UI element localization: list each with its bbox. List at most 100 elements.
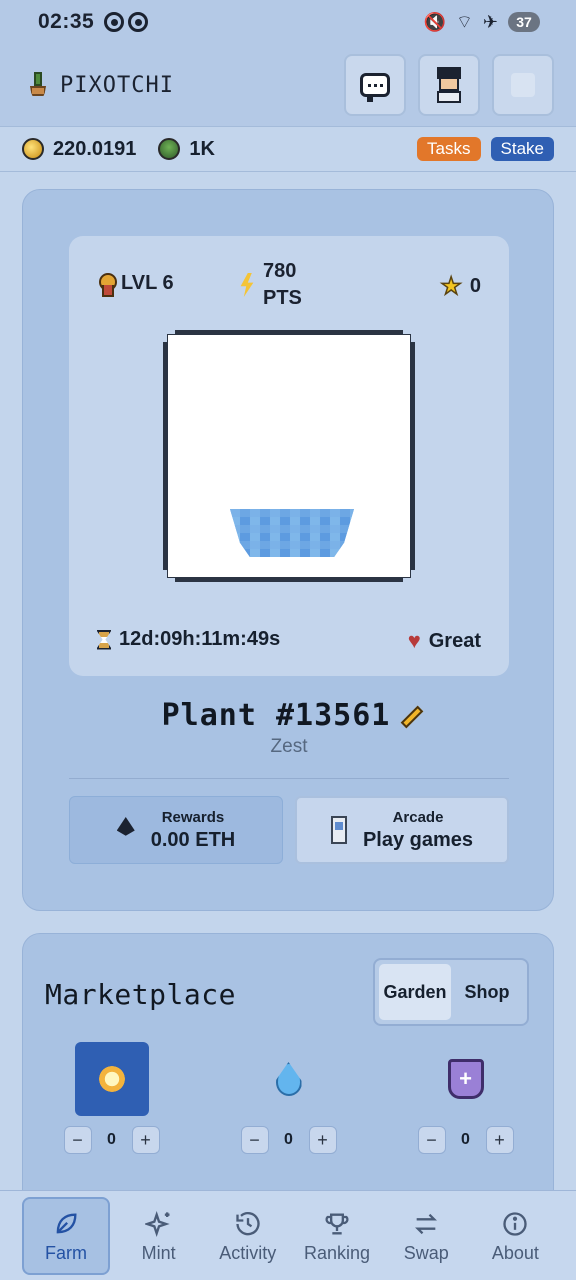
quantity-stepper: − 0 + xyxy=(63,1126,160,1154)
plant-strain: Zest xyxy=(270,736,308,757)
seed-balance: 1K xyxy=(158,138,215,161)
app-header: PIXOTCHI xyxy=(0,44,576,126)
coin-icon xyxy=(22,138,44,160)
nav-label: Swap xyxy=(403,1242,449,1263)
points-unit: PTS xyxy=(263,287,302,309)
rewards-value: 0.00 ETH xyxy=(150,828,236,851)
quantity-value: 0 xyxy=(107,1131,116,1148)
quantity-value: 0 xyxy=(461,1131,470,1148)
tab-garden[interactable]: Garden xyxy=(379,964,451,1020)
nav-label: Ranking xyxy=(303,1242,371,1263)
sun-icon xyxy=(91,1059,132,1099)
chat-button[interactable] xyxy=(344,54,406,116)
water-drop-icon xyxy=(275,1062,302,1096)
timer-value: 12d:09h:11m:49s xyxy=(119,628,281,650)
tab-shop[interactable]: Shop xyxy=(451,964,523,1020)
nav-label: Mint xyxy=(141,1242,176,1263)
status-icons: 🔇 ⌔ ✈ 37 xyxy=(424,11,540,34)
coin-balance: 220.0191 xyxy=(22,138,136,161)
seed-balance-value: 1K xyxy=(189,137,215,160)
nav-label: Activity xyxy=(219,1242,277,1263)
quantity-stepper: − 0 + xyxy=(417,1126,514,1154)
balance-bar: 220.0191 1K Tasks Stake xyxy=(0,126,576,172)
hourglass-icon xyxy=(97,629,111,650)
increment-button[interactable]: + xyxy=(131,1126,160,1154)
stars-value: 0 xyxy=(469,275,481,297)
increment-button[interactable]: + xyxy=(308,1126,337,1154)
marketplace-items: − 0 + − 0 + + − 0 + xyxy=(23,1042,555,1154)
airplane-icon: ✈ xyxy=(482,11,498,32)
level-stat: LVL 6 xyxy=(99,272,174,297)
edit-pencil-icon[interactable] xyxy=(401,705,424,729)
profile-button[interactable] xyxy=(418,54,480,116)
plant-name: Plant #13561 xyxy=(23,698,555,733)
seed-icon xyxy=(158,138,181,160)
stake-button[interactable]: Stake xyxy=(490,137,554,161)
decrement-button[interactable]: − xyxy=(63,1126,92,1154)
history-icon xyxy=(233,1209,263,1239)
plant-name-text: Plant #13561 xyxy=(161,698,391,733)
nav-label: About xyxy=(491,1242,539,1263)
wifi-icon: ⌔ xyxy=(455,11,473,32)
fertilizer-bucket-icon: + xyxy=(447,1059,484,1099)
lightning-icon xyxy=(240,273,254,297)
nav-swap[interactable]: Swap xyxy=(382,1197,471,1275)
nav-label: Farm xyxy=(45,1242,87,1263)
record-icon xyxy=(104,12,125,32)
arcade-label: Arcade xyxy=(392,808,444,826)
quantity-value: 0 xyxy=(284,1131,293,1148)
plant-card: LVL 6 780 PTS ★ 0 12d:09h:11m:49s ♥ Grea… xyxy=(22,189,554,911)
swap-icon xyxy=(411,1209,441,1239)
mute-icon: 🔇 xyxy=(423,11,446,32)
chat-icon xyxy=(360,73,390,102)
plant-pot-frame[interactable] xyxy=(163,330,415,582)
plant-display: LVL 6 780 PTS ★ 0 12d:09h:11m:49s ♥ Grea… xyxy=(69,236,509,676)
avatar xyxy=(434,67,464,103)
nav-about[interactable]: About xyxy=(471,1197,560,1275)
app-logo[interactable]: PIXOTCHI xyxy=(28,72,174,98)
nav-farm[interactable]: Farm xyxy=(22,1197,110,1275)
nav-mint[interactable]: Mint xyxy=(114,1197,203,1275)
marketplace-tabs: Garden Shop xyxy=(373,958,529,1026)
leaf-icon xyxy=(51,1209,81,1239)
wallet-icon xyxy=(511,73,535,97)
recording-indicators xyxy=(104,12,149,32)
item-fertilizer[interactable]: + xyxy=(429,1042,503,1116)
rewards-button[interactable]: Rewards 0.00 ETH xyxy=(69,796,283,864)
pot-icon xyxy=(230,509,354,557)
medal-icon xyxy=(99,272,117,297)
stars-stat: ★ 0 xyxy=(440,272,481,301)
wallet-button[interactable] xyxy=(492,54,554,116)
decrement-button[interactable]: − xyxy=(417,1126,446,1154)
plant-logo-icon xyxy=(28,72,48,98)
heart-icon: ♥ xyxy=(407,628,421,653)
plant-timer: 12d:09h:11m:49s xyxy=(97,628,280,651)
item-sun[interactable] xyxy=(74,1042,149,1116)
app-title: PIXOTCHI xyxy=(60,72,174,98)
status-time: 02:35 xyxy=(38,10,95,33)
level-value: LVL 6 xyxy=(121,272,174,294)
star-icon: ★ xyxy=(440,272,463,301)
battery-indicator: 37 xyxy=(508,12,540,32)
market-item: − 0 + xyxy=(23,1042,200,1154)
trophy-icon xyxy=(322,1209,352,1239)
divider xyxy=(69,778,509,779)
quantity-stepper: − 0 + xyxy=(240,1126,337,1154)
market-item: + − 0 + xyxy=(377,1042,554,1154)
market-item: − 0 + xyxy=(200,1042,377,1154)
nav-ranking[interactable]: Ranking xyxy=(292,1197,381,1275)
status-bar: 02:35 🔇 ⌔ ✈ 37 xyxy=(0,0,576,44)
marketplace-title: Marketplace xyxy=(45,978,236,1011)
info-icon xyxy=(500,1209,530,1239)
increment-button[interactable]: + xyxy=(485,1126,514,1154)
points-value: 780 xyxy=(263,260,297,282)
ethereum-icon xyxy=(116,817,135,836)
decrement-button[interactable]: − xyxy=(240,1126,269,1154)
points-stat: 780 PTS xyxy=(239,258,302,312)
bottom-nav: Farm Mint Activity Ranking Swap About xyxy=(0,1190,576,1280)
item-water[interactable] xyxy=(252,1042,326,1116)
arcade-button[interactable]: Arcade Play games xyxy=(295,796,509,864)
health-value: Great xyxy=(428,629,481,652)
nav-activity[interactable]: Activity xyxy=(203,1197,292,1275)
tasks-button[interactable]: Tasks xyxy=(417,137,481,161)
